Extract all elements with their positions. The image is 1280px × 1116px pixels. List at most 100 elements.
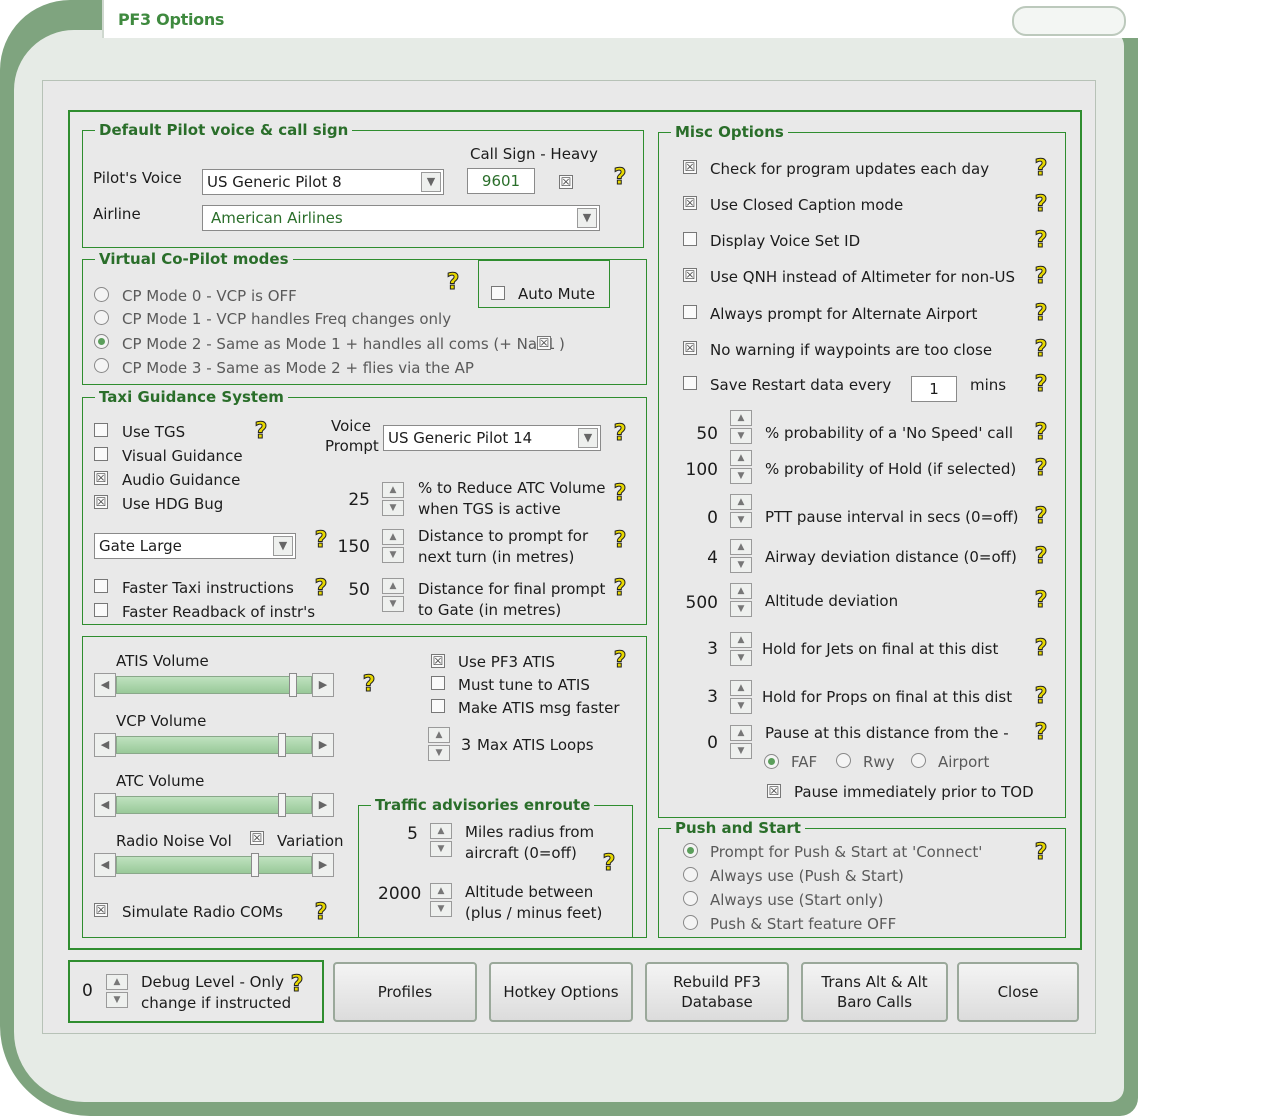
- spin-down-icon[interactable]: ▼: [730, 698, 752, 714]
- help-icon[interactable]: ?: [310, 576, 332, 602]
- help-icon[interactable]: ?: [1030, 337, 1052, 363]
- help-icon[interactable]: ?: [250, 419, 272, 445]
- pause-tod-checkbox[interactable]: ☒: [767, 784, 781, 798]
- turn-distance-spinner[interactable]: ▲ ▼: [382, 529, 404, 563]
- spin-up-icon[interactable]: ▲: [730, 632, 752, 648]
- help-icon[interactable]: ?: [609, 165, 631, 191]
- nav1-checkbox[interactable]: ☒: [537, 336, 551, 350]
- heavy-checkbox[interactable]: ☒: [559, 175, 573, 189]
- altitude-deviation-spinner[interactable]: ▲ ▼: [730, 583, 752, 617]
- spin-up-icon[interactable]: ▲: [730, 450, 752, 466]
- help-icon[interactable]: ?: [358, 672, 380, 698]
- hold-probability-spinner[interactable]: ▲ ▼: [730, 450, 752, 484]
- spin-down-icon[interactable]: ▼: [730, 743, 752, 759]
- push-prompt-radio[interactable]: [683, 843, 698, 858]
- hdg-bug-checkbox[interactable]: ☒: [94, 495, 108, 509]
- right-arrow-icon[interactable]: ▶: [312, 673, 334, 697]
- atc-volume-slider[interactable]: ◀ ▶: [94, 793, 334, 817]
- slider-thumb[interactable]: [251, 853, 260, 877]
- spin-up-icon[interactable]: ▲: [730, 725, 752, 741]
- altitude-between-spinner[interactable]: ▲ ▼: [430, 883, 452, 917]
- help-icon[interactable]: ?: [310, 900, 332, 926]
- audio-guidance-checkbox[interactable]: ☒: [94, 471, 108, 485]
- spin-down-icon[interactable]: ▼: [730, 650, 752, 666]
- pilot-voice-select[interactable]: US Generic Pilot 8 ▼: [202, 169, 444, 195]
- spin-up-icon[interactable]: ▲: [430, 823, 452, 839]
- spin-down-icon[interactable]: ▼: [382, 596, 404, 612]
- help-icon[interactable]: ?: [1030, 456, 1052, 482]
- spin-up-icon[interactable]: ▲: [730, 583, 752, 599]
- trans-alt-button[interactable]: Trans Alt & Alt Baro Calls: [801, 962, 948, 1022]
- spin-up-icon[interactable]: ▲: [730, 410, 752, 426]
- help-icon[interactable]: ?: [609, 648, 631, 674]
- faf-radio[interactable]: [764, 754, 779, 769]
- chevron-down-icon[interactable]: ▼: [421, 172, 441, 192]
- help-icon[interactable]: ?: [1030, 156, 1052, 182]
- help-icon[interactable]: ?: [609, 576, 631, 602]
- spin-up-icon[interactable]: ▲: [382, 578, 404, 594]
- help-icon[interactable]: ?: [1030, 588, 1052, 614]
- spin-up-icon[interactable]: ▲: [382, 529, 404, 545]
- cp-mode-3-radio[interactable]: [94, 358, 109, 373]
- push-start-only-radio[interactable]: [683, 891, 698, 906]
- cp-mode-0-radio[interactable]: [94, 287, 109, 302]
- miles-radius-spinner[interactable]: ▲ ▼: [430, 823, 452, 857]
- spin-up-icon[interactable]: ▲: [106, 974, 128, 990]
- help-icon[interactable]: ?: [1030, 684, 1052, 710]
- spin-up-icon[interactable]: ▲: [382, 482, 404, 498]
- simulate-radio-checkbox[interactable]: ☒: [94, 903, 108, 917]
- reduce-volume-spinner[interactable]: ▲ ▼: [382, 482, 404, 516]
- rebuild-database-button[interactable]: Rebuild PF3 Database: [645, 962, 789, 1022]
- final-distance-spinner[interactable]: ▲ ▼: [382, 578, 404, 612]
- help-icon[interactable]: ?: [1030, 840, 1052, 866]
- faster-taxi-checkbox[interactable]: [94, 579, 108, 593]
- title-bar-control[interactable]: [1012, 6, 1126, 36]
- caption-checkbox[interactable]: ☒: [683, 196, 697, 210]
- vcp-volume-slider[interactable]: ◀ ▶: [94, 733, 334, 757]
- alternate-checkbox[interactable]: [683, 305, 697, 319]
- hotkey-options-button[interactable]: Hotkey Options: [489, 962, 633, 1022]
- help-icon[interactable]: ?: [1030, 720, 1052, 746]
- left-arrow-icon[interactable]: ◀: [94, 853, 116, 877]
- help-icon[interactable]: ?: [1030, 264, 1052, 290]
- airway-deviation-spinner[interactable]: ▲ ▼: [730, 539, 752, 573]
- gate-size-select[interactable]: Gate Large ▼: [94, 533, 296, 559]
- left-arrow-icon[interactable]: ◀: [94, 733, 116, 757]
- help-icon[interactable]: ?: [286, 972, 308, 998]
- spin-down-icon[interactable]: ▼: [430, 841, 452, 857]
- help-icon[interactable]: ?: [1030, 636, 1052, 662]
- help-icon[interactable]: ?: [609, 421, 631, 447]
- right-arrow-icon[interactable]: ▶: [312, 853, 334, 877]
- chevron-down-icon[interactable]: ▼: [577, 208, 597, 228]
- rwy-radio[interactable]: [836, 753, 851, 768]
- left-arrow-icon[interactable]: ◀: [94, 793, 116, 817]
- auto-mute-checkbox[interactable]: [491, 286, 505, 300]
- push-off-radio[interactable]: [683, 915, 698, 930]
- help-icon[interactable]: ?: [609, 528, 631, 554]
- title-bar[interactable]: PF3 Options: [102, 0, 1140, 38]
- right-arrow-icon[interactable]: ▶: [312, 793, 334, 817]
- spin-down-icon[interactable]: ▼: [430, 901, 452, 917]
- push-always-radio[interactable]: [683, 867, 698, 882]
- updates-checkbox[interactable]: ☒: [683, 160, 697, 174]
- spin-down-icon[interactable]: ▼: [730, 428, 752, 444]
- slider-track[interactable]: [116, 856, 312, 874]
- radio-noise-slider[interactable]: ◀ ▶: [94, 853, 334, 877]
- left-arrow-icon[interactable]: ◀: [94, 673, 116, 697]
- slider-thumb[interactable]: [277, 793, 286, 817]
- close-button[interactable]: Close: [957, 962, 1079, 1022]
- spin-up-icon[interactable]: ▲: [430, 883, 452, 899]
- help-icon[interactable]: ?: [442, 270, 464, 296]
- cp-mode-1-radio[interactable]: [94, 310, 109, 325]
- chevron-down-icon[interactable]: ▼: [578, 428, 598, 448]
- must-tune-checkbox[interactable]: [431, 676, 445, 690]
- airport-radio[interactable]: [911, 753, 926, 768]
- spin-up-icon[interactable]: ▲: [428, 727, 450, 743]
- spin-up-icon[interactable]: ▲: [730, 680, 752, 696]
- help-icon[interactable]: ?: [1030, 228, 1052, 254]
- hold-props-spinner[interactable]: ▲ ▼: [730, 680, 752, 714]
- restart-interval-field[interactable]: 1: [911, 376, 957, 402]
- spin-down-icon[interactable]: ▼: [106, 992, 128, 1008]
- spin-down-icon[interactable]: ▼: [730, 468, 752, 484]
- voice-id-checkbox[interactable]: [683, 232, 697, 246]
